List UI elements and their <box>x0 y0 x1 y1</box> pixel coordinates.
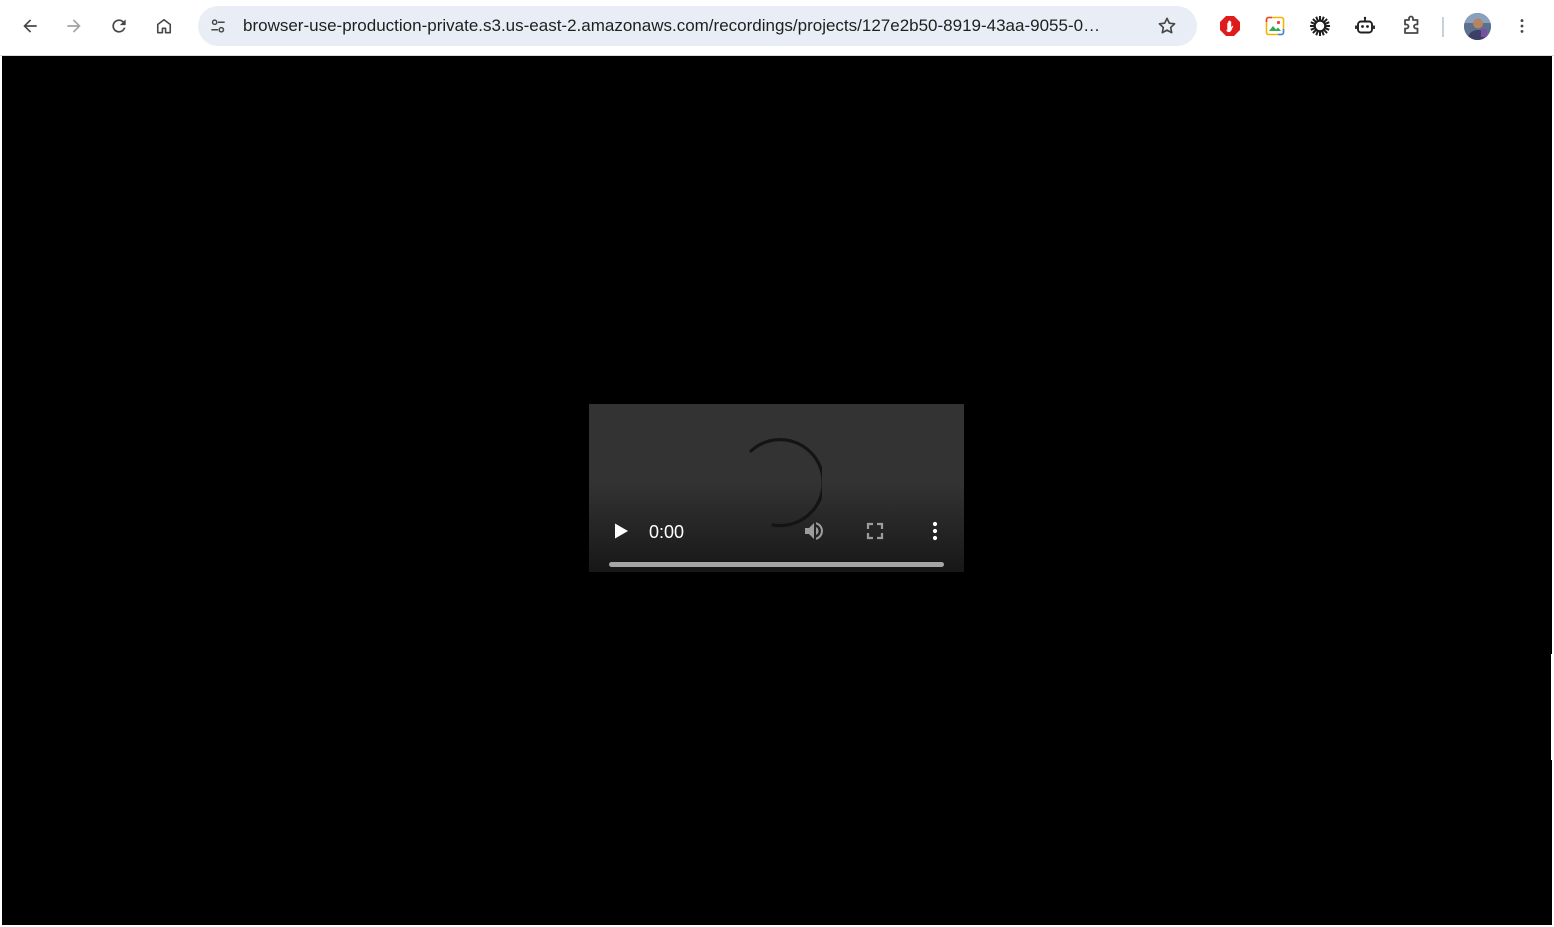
home-icon <box>156 18 172 34</box>
puzzle-icon <box>1404 15 1419 34</box>
profile-photo-icon <box>1464 13 1491 40</box>
toolbar-divider <box>1442 17 1444 37</box>
fullscreen-icon <box>866 522 884 540</box>
image-extension-button[interactable] <box>1257 8 1293 44</box>
star-icon <box>1158 17 1176 34</box>
sun-gear-extension-button[interactable] <box>1302 8 1338 44</box>
robot-extension-button[interactable] <box>1347 8 1383 44</box>
play-icon <box>615 523 628 539</box>
adblock-icon <box>1220 16 1240 36</box>
arrow-left-icon <box>23 19 37 33</box>
play-button[interactable] <box>609 519 633 543</box>
browser-menu-button[interactable] <box>1504 8 1540 44</box>
sun-gear-icon <box>1310 16 1330 36</box>
image-extension-icon <box>1265 16 1285 36</box>
reload-icon <box>112 19 126 33</box>
site-info-button[interactable] <box>200 8 236 44</box>
address-bar[interactable]: browser-use-production-private.s3.us-eas… <box>198 6 1197 46</box>
volume-icon <box>805 522 823 540</box>
seek-bar[interactable] <box>609 562 944 567</box>
more-vertical-icon <box>932 521 938 541</box>
current-time: 0:00 <box>649 522 685 542</box>
forward-button[interactable] <box>56 8 92 44</box>
browser-toolbar: browser-use-production-private.s3.us-eas… <box>0 0 1554 56</box>
tune-icon <box>211 19 225 33</box>
back-button[interactable] <box>12 8 48 44</box>
kebab-menu-icon <box>1520 19 1524 33</box>
volume-button[interactable] <box>802 519 826 543</box>
scrollbar-thumb[interactable] <box>1551 654 1552 760</box>
reload-button[interactable] <box>101 8 137 44</box>
home-button[interactable] <box>146 8 182 44</box>
adblock-extension-button[interactable] <box>1212 8 1248 44</box>
extensions-button[interactable] <box>1393 8 1429 44</box>
fullscreen-button[interactable] <box>863 519 887 543</box>
profile-avatar[interactable] <box>1464 13 1491 40</box>
more-options-button[interactable] <box>923 519 947 543</box>
video-player[interactable]: 0:00 <box>589 404 964 572</box>
robot-icon <box>1355 16 1375 34</box>
arrow-right-icon <box>67 19 81 33</box>
bookmark-button[interactable] <box>1149 8 1185 44</box>
url-text[interactable]: browser-use-production-private.s3.us-eas… <box>243 6 1138 46</box>
